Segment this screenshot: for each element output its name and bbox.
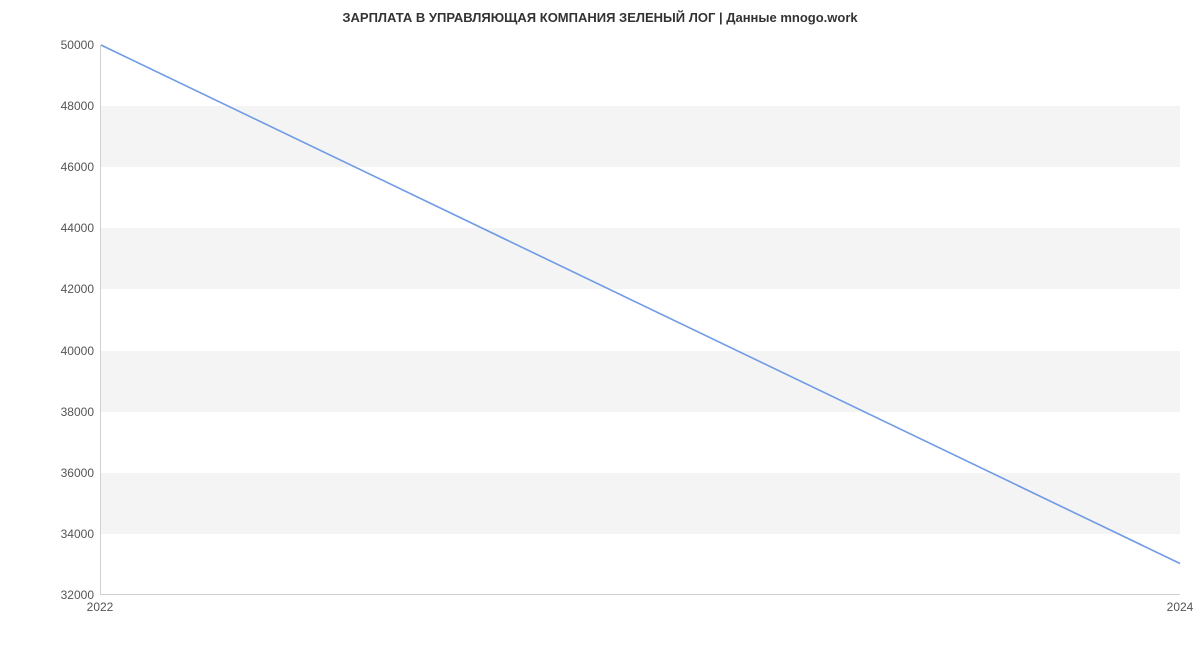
line-svg	[101, 45, 1180, 594]
y-tick-label: 40000	[4, 344, 94, 358]
plot-area	[100, 45, 1180, 595]
y-tick-label: 38000	[4, 405, 94, 419]
y-tick-label: 48000	[4, 99, 94, 113]
y-tick-label: 46000	[4, 160, 94, 174]
y-tick-label: 44000	[4, 221, 94, 235]
x-tick-label: 2022	[87, 600, 114, 614]
y-tick-label: 32000	[4, 588, 94, 602]
y-tick-label: 42000	[4, 282, 94, 296]
salary-line-chart: ЗАРПЛАТА В УПРАВЛЯЮЩАЯ КОМПАНИЯ ЗЕЛЕНЫЙ …	[0, 0, 1200, 650]
x-tick-label: 2024	[1167, 600, 1194, 614]
series-line	[101, 45, 1180, 563]
y-tick-label: 50000	[4, 38, 94, 52]
y-tick-label: 34000	[4, 527, 94, 541]
y-tick-label: 36000	[4, 466, 94, 480]
chart-title: ЗАРПЛАТА В УПРАВЛЯЮЩАЯ КОМПАНИЯ ЗЕЛЕНЫЙ …	[0, 10, 1200, 25]
